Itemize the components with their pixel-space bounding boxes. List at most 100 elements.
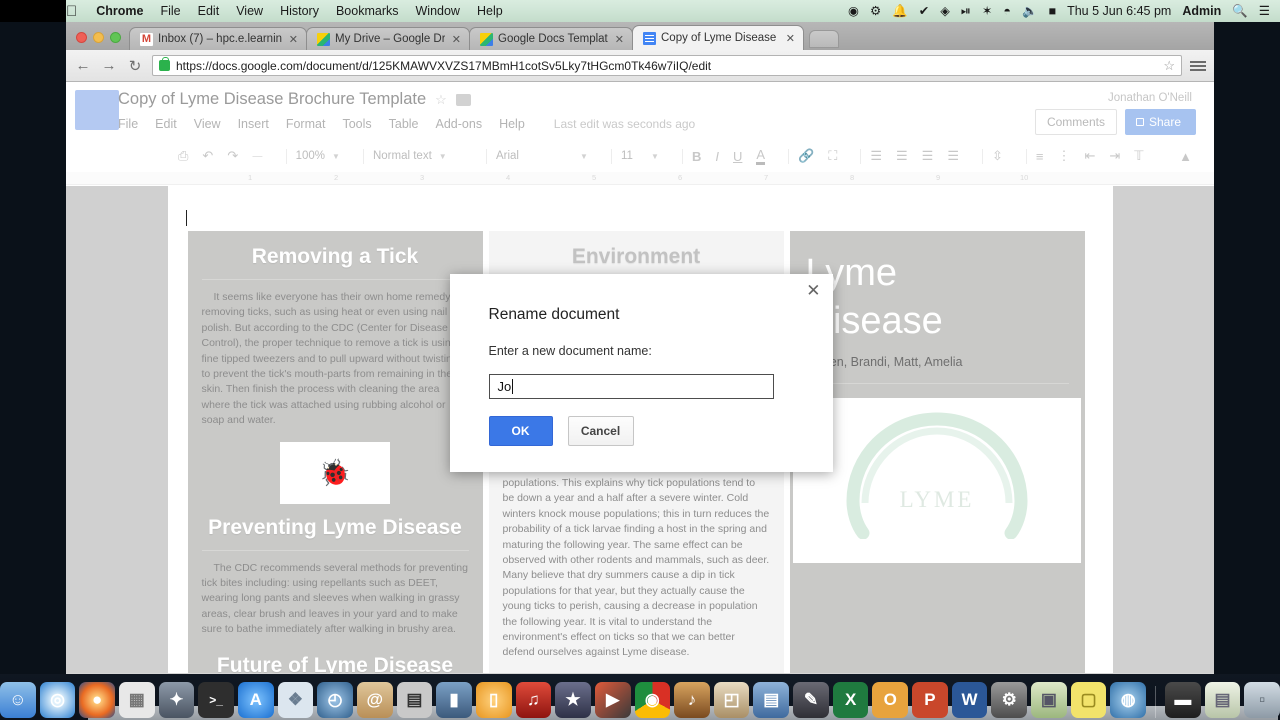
- record-icon[interactable]: ◉: [848, 5, 859, 18]
- bulleted-list-icon[interactable]: ⋮: [1057, 148, 1070, 164]
- dock-item-launchpad[interactable]: ▦: [118, 682, 155, 718]
- dock-item-powerpoint[interactable]: P: [912, 682, 948, 718]
- dock-item-system-preferences[interactable]: ⚙: [991, 682, 1028, 718]
- menu-bookmarks[interactable]: Bookmarks: [336, 4, 399, 18]
- redo-icon[interactable]: ↷: [227, 148, 238, 164]
- docs-logo-icon[interactable]: [75, 90, 119, 130]
- dock-item-printer[interactable]: ▬: [1165, 682, 1201, 718]
- minimize-window-button[interactable]: [93, 32, 104, 43]
- dock-item-iphoto[interactable]: ◰: [713, 682, 750, 718]
- align-center-icon[interactable]: ☰: [896, 148, 908, 164]
- antivirus-icon[interactable]: ⚙: [870, 5, 881, 18]
- line-spacing-icon[interactable]: ⇳: [992, 148, 1003, 164]
- dock-item-outlook[interactable]: O: [872, 682, 909, 718]
- font-size-selector[interactable]: 11 ▼: [621, 150, 659, 162]
- docs-menu-tools[interactable]: Tools: [342, 117, 371, 131]
- image-icon[interactable]: ⛶: [828, 148, 837, 164]
- menu-help[interactable]: Help: [477, 4, 503, 18]
- close-icon[interactable]: ✕: [289, 33, 298, 46]
- bell-icon[interactable]: 🔔: [892, 5, 908, 18]
- paragraph-style-selector[interactable]: Normal text ▼: [373, 150, 463, 162]
- clock[interactable]: Thu 5 Jun 6:45 pm: [1067, 4, 1171, 18]
- ok-button[interactable]: OK: [488, 416, 553, 446]
- battery-icon[interactable]: ■: [1049, 5, 1057, 18]
- close-icon[interactable]: ✕: [615, 33, 624, 46]
- docs-menu-help[interactable]: Help: [499, 117, 525, 131]
- zoom-selector[interactable]: 100% ▼: [296, 150, 340, 162]
- window-profile-icon[interactable]: [1180, 24, 1206, 48]
- page-title[interactable]: Copy of Lyme Disease Brochure Template: [118, 90, 426, 109]
- dock-item-finder[interactable]: ☺: [0, 682, 36, 718]
- docs-menu-insert[interactable]: Insert: [238, 117, 269, 131]
- dock-item-final-cut[interactable]: ▶: [594, 682, 631, 718]
- bold-button[interactable]: B: [692, 149, 701, 164]
- docs-menu-addons[interactable]: Add-ons: [436, 117, 483, 131]
- close-window-button[interactable]: [76, 32, 87, 43]
- volume-icon[interactable]: 🔈: [1022, 5, 1038, 18]
- dock-item-firefox[interactable]: ●: [79, 682, 115, 718]
- collapse-toolbar-icon[interactable]: ▲: [1179, 149, 1192, 164]
- cancel-button[interactable]: Cancel: [567, 416, 634, 446]
- search-icon[interactable]: 🔍: [1232, 5, 1248, 18]
- menu-edit[interactable]: Edit: [198, 4, 220, 18]
- dock-item-keynote[interactable]: ▤: [753, 682, 790, 718]
- star-icon[interactable]: ☆: [1163, 58, 1175, 74]
- docs-menu-view[interactable]: View: [194, 117, 221, 131]
- dropbox-icon[interactable]: ◈: [940, 5, 950, 18]
- docs-menu-format[interactable]: Format: [286, 117, 326, 131]
- document-page[interactable]: Removing a Tick It seems like everyone h…: [167, 186, 1113, 673]
- close-icon[interactable]: ✕: [786, 32, 795, 45]
- new-tab-button[interactable]: [809, 30, 839, 48]
- share-button[interactable]: Share: [1124, 109, 1196, 135]
- close-icon[interactable]: ✕: [452, 33, 461, 46]
- close-icon[interactable]: ✕: [806, 282, 820, 299]
- menu-chrome[interactable]: Chrome: [96, 4, 143, 18]
- decrease-indent-icon[interactable]: ⇤: [1084, 148, 1095, 164]
- tab-docs-templates[interactable]: Google Docs Templates ✕: [469, 27, 633, 50]
- dock-item-contacts[interactable]: @: [356, 682, 393, 718]
- address-bar[interactable]: https://docs.google.com/document/d/125KM…: [152, 55, 1182, 76]
- paint-format-icon[interactable]: ⏤: [252, 148, 262, 164]
- menu-file[interactable]: File: [160, 4, 180, 18]
- star-icon[interactable]: ☆: [435, 92, 447, 108]
- dock-item-app-store[interactable]: A: [237, 682, 274, 718]
- link-icon[interactable]: 🔗: [798, 148, 814, 164]
- user-menu[interactable]: Admin: [1182, 4, 1221, 18]
- zoom-window-button[interactable]: [110, 32, 121, 43]
- italic-button[interactable]: I: [715, 149, 719, 164]
- dock-item-preview[interactable]: ❖: [277, 682, 314, 718]
- dock-item-documents-stack[interactable]: ▤: [1204, 682, 1241, 718]
- numbered-list-icon[interactable]: ≡: [1036, 149, 1044, 164]
- dock-item-terminal[interactable]: >_: [198, 682, 234, 718]
- chrome-menu-icon[interactable]: [1190, 60, 1206, 71]
- timemachine-icon[interactable]: ⏯: [961, 5, 971, 18]
- forward-arrow-icon[interactable]: →: [100, 57, 118, 74]
- text-color-button[interactable]: A: [756, 147, 766, 165]
- dock-item-chrome[interactable]: ◉: [634, 682, 671, 718]
- clear-formatting-icon[interactable]: 𝕋: [1134, 148, 1143, 164]
- dock-item-safari[interactable]: ◎: [39, 682, 76, 718]
- comments-button[interactable]: Comments: [1034, 109, 1117, 135]
- apple-icon[interactable]: : [66, 4, 77, 19]
- dock-item-maps[interactable]: ▣: [1031, 682, 1067, 718]
- back-arrow-icon[interactable]: ←: [74, 57, 92, 74]
- menu-window[interactable]: Window: [416, 4, 460, 18]
- dock-item-excel[interactable]: X: [832, 682, 869, 718]
- font-selector[interactable]: Arial ▼: [496, 150, 588, 162]
- dock-item-word[interactable]: W: [951, 682, 988, 718]
- dock-item-stickies[interactable]: ▢: [1070, 682, 1107, 718]
- undo-icon[interactable]: ↶: [202, 148, 213, 164]
- checkmark-icon[interactable]: ✔: [919, 5, 929, 18]
- document-name-input[interactable]: Jo: [488, 374, 774, 399]
- docs-menu-edit[interactable]: Edit: [155, 117, 177, 131]
- dock-item-calculator[interactable]: ▤: [396, 682, 433, 718]
- reload-icon[interactable]: ↻: [126, 57, 144, 75]
- account-name[interactable]: Jonathan O'Neill: [1108, 92, 1192, 104]
- dock-item-imovie[interactable]: ★: [555, 682, 591, 718]
- align-left-icon[interactable]: ☰: [870, 148, 882, 164]
- dock-item-xcode[interactable]: ✦: [158, 682, 195, 718]
- folder-icon[interactable]: [455, 93, 471, 106]
- dock-item-photobooth[interactable]: ✎: [793, 682, 829, 718]
- tab-my-drive[interactable]: My Drive – Google Drive ✕: [306, 27, 470, 50]
- docs-menu-file[interactable]: File: [118, 117, 138, 131]
